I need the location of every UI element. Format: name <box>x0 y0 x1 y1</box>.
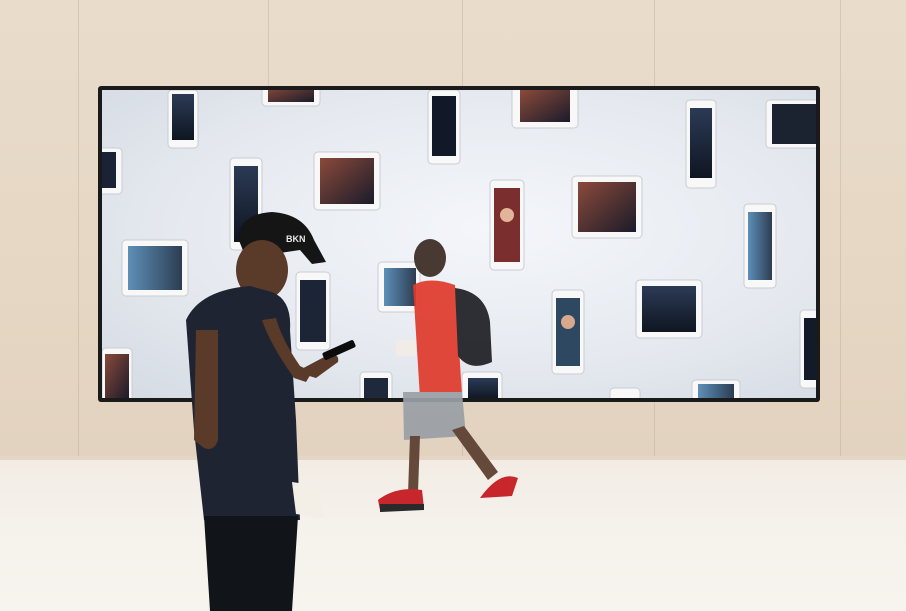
photo-scene: BKN <box>0 0 906 611</box>
walking-man-red-shirt <box>378 239 518 512</box>
foreground-man-navy-polo: BKN <box>186 212 356 611</box>
cap-logo: BKN <box>286 234 306 244</box>
people-layer: BKN <box>186 212 518 611</box>
